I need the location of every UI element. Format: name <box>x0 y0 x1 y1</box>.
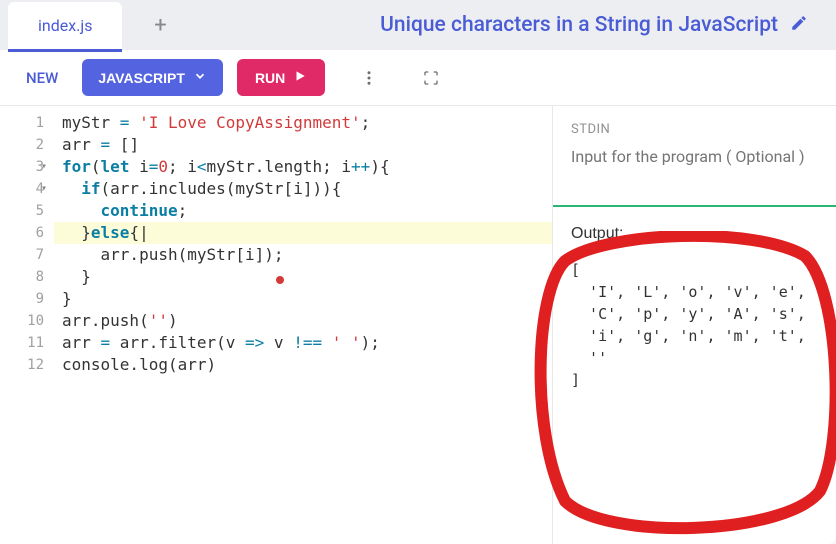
stdin-label: STDIN <box>571 122 818 137</box>
code-line[interactable]: arr = arr.filter(v => v !== ' '); <box>62 332 544 354</box>
code-line[interactable]: } <box>62 266 544 288</box>
code-line[interactable]: arr = [] <box>62 134 544 156</box>
code-line[interactable]: arr.push(myStr[i]); <box>62 244 544 266</box>
fullscreen-icon[interactable] <box>413 60 449 96</box>
code-line[interactable]: }else{| <box>54 222 552 244</box>
code-line[interactable]: for(let i=0; i<myStr.length; i++){ <box>62 156 544 178</box>
play-icon <box>293 69 307 86</box>
tab-file[interactable]: index.js <box>8 2 122 52</box>
code-line[interactable]: } <box>62 288 544 310</box>
toolbar: NEW JAVASCRIPT RUN <box>0 50 836 106</box>
stdin-section: STDIN <box>553 106 836 207</box>
io-panel: STDIN Output: [ 'I', 'L', 'o', 'v', 'e',… <box>552 106 836 544</box>
line-gutter: 123456789101112 <box>0 106 54 544</box>
more-menu-button[interactable] <box>351 60 387 96</box>
breakpoint-dot <box>276 276 284 284</box>
output-label: Output: <box>571 223 818 245</box>
page-title: Unique characters in a String in JavaScr… <box>380 13 778 37</box>
output-content: [ 'I', 'L', 'o', 'v', 'e', 'C', 'p', 'y'… <box>571 259 818 391</box>
run-button[interactable]: RUN <box>237 59 325 96</box>
code-line[interactable]: arr.push('') <box>62 310 544 332</box>
language-selector[interactable]: JAVASCRIPT <box>82 59 223 96</box>
new-button[interactable]: NEW <box>16 63 68 93</box>
chevron-down-icon <box>193 69 207 86</box>
code-line[interactable]: if(arr.includes(myStr[i])){ <box>62 178 544 200</box>
stdin-input[interactable] <box>571 147 818 185</box>
code-editor[interactable]: 123456789101112 myStr = 'I Love CopyAssi… <box>0 106 552 544</box>
add-tab-button[interactable]: + <box>142 7 178 43</box>
code-line[interactable]: console.log(arr) <box>62 354 544 376</box>
output-section: Output: [ 'I', 'L', 'o', 'v', 'e', 'C', … <box>553 207 836 544</box>
code-line[interactable]: myStr = 'I Love CopyAssignment'; <box>62 112 544 134</box>
run-label: RUN <box>255 70 285 86</box>
code-area[interactable]: myStr = 'I Love CopyAssignment';arr = []… <box>54 106 552 544</box>
code-line[interactable]: continue; <box>62 200 544 222</box>
language-label: JAVASCRIPT <box>98 70 185 86</box>
pencil-icon[interactable] <box>790 14 808 36</box>
tabs-bar: index.js + Unique characters in a String… <box>0 0 836 50</box>
